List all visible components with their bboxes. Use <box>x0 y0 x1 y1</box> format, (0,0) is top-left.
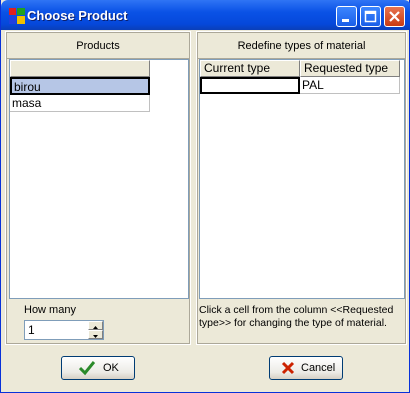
products-list[interactable]: birou masa <box>9 59 189 299</box>
current-type-column-header[interactable]: Current type <box>200 60 300 77</box>
minimize-icon <box>342 19 349 22</box>
products-panel: Products birou masa How many 1 <box>5 31 191 345</box>
checkmark-icon <box>79 361 95 376</box>
how-many-label: How many <box>24 304 76 316</box>
stepper-up-button[interactable] <box>88 321 103 330</box>
arrow-down-icon <box>93 335 98 338</box>
window-title: Choose Product <box>27 8 128 23</box>
maximize-button[interactable] <box>360 6 381 27</box>
product-row-selected[interactable]: birou <box>10 77 150 95</box>
products-header: Products <box>7 33 189 59</box>
cancel-x-icon <box>281 361 295 375</box>
products-column-header <box>10 60 150 77</box>
maximize-icon <box>364 10 377 23</box>
minimize-button[interactable] <box>336 6 357 27</box>
cancel-button[interactable]: Cancel <box>269 356 343 380</box>
current-type-cell[interactable] <box>200 77 300 94</box>
choose-product-dialog: Choose Product Products birou masa How m… <box>0 0 410 393</box>
close-button[interactable] <box>384 6 405 27</box>
cancel-label: Cancel <box>301 362 336 374</box>
how-many-stepper[interactable]: 1 <box>24 320 104 340</box>
requested-type-cell[interactable]: PAL <box>300 77 400 94</box>
stepper-down-button[interactable] <box>88 330 103 339</box>
material-panel: Redefine types of material Current type … <box>196 31 407 345</box>
ok-button[interactable]: OK <box>61 356 135 380</box>
app-icon <box>9 8 25 24</box>
how-many-value[interactable]: 1 <box>28 323 35 337</box>
product-row[interactable]: masa <box>10 95 150 112</box>
ok-label: OK <box>103 362 119 374</box>
requested-type-column-header[interactable]: Requested type <box>300 60 400 77</box>
material-grid[interactable]: Current type Requested type PAL <box>199 59 405 299</box>
material-header: Redefine types of material <box>198 33 405 59</box>
title-bar[interactable]: Choose Product <box>1 0 410 30</box>
hint-text: Click a cell from the column <<Requested… <box>199 304 394 329</box>
close-icon <box>389 11 400 22</box>
